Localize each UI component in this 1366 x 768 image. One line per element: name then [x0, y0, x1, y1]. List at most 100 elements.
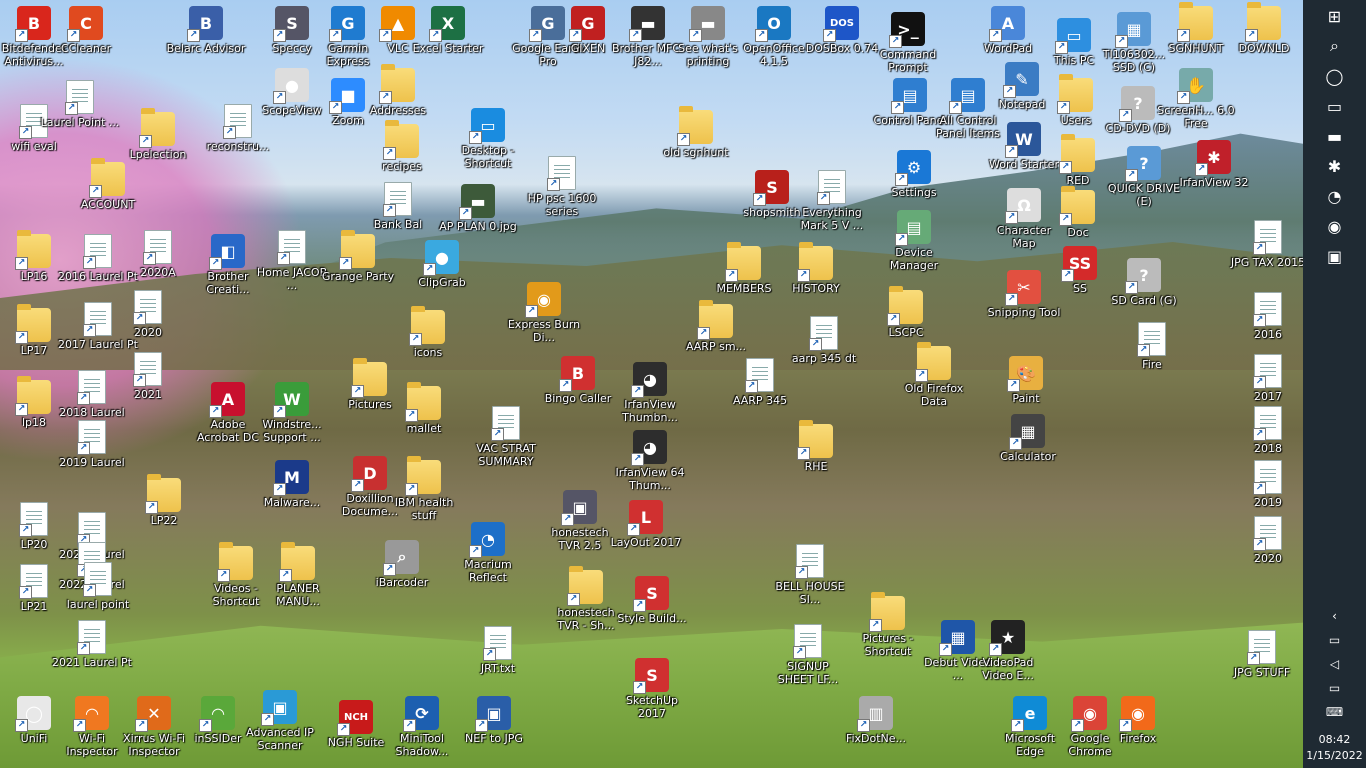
desktop-icon[interactable]: ↗ 2016 — [1228, 292, 1303, 341]
desktop-icon[interactable]: ✋ ↗ ScreenH... 6.0 Free — [1156, 68, 1236, 130]
desktop-icon[interactable]: ↗ MEMBERS — [704, 242, 784, 295]
desktop-icon[interactable]: ↗ 2020 — [1228, 516, 1303, 565]
desktop-icon[interactable]: ↗ reconstru... — [198, 104, 278, 153]
desktop-icon[interactable]: ✂ ↗ Snipping Tool — [984, 270, 1064, 319]
desktop-icon[interactable]: ▭ ↗ Desktop - Shortcut — [448, 108, 528, 170]
desktop-icon[interactable]: ↗ AARP sm... — [676, 300, 756, 353]
pinned-app-2-icon[interactable]: ▣ — [1315, 242, 1355, 270]
desktop-icon-label: Paint — [1012, 392, 1040, 405]
desktop-icon[interactable]: ↗ HISTORY — [776, 242, 856, 295]
desktop-icon[interactable]: ↗ IBM health stuff — [384, 456, 464, 522]
desktop-icon[interactable]: ● ↗ ClipGrab — [402, 240, 482, 289]
desktop-icon[interactable]: ↗ Bank Bal — [358, 182, 438, 231]
desktop-icon[interactable]: ↗ SIGNUP SHEET LF... — [768, 624, 848, 686]
speedometer-icon[interactable]: ◔ — [1315, 182, 1355, 210]
desktop-icon[interactable]: L ↗ LayOut 2017 — [606, 500, 686, 549]
desktop-icon[interactable]: C ↗ CCleaner — [46, 6, 126, 55]
desktop-icon[interactable]: ↗ JPG TAX 2015 — [1228, 220, 1303, 269]
desktop-icon[interactable]: ↗ ACCOUNT — [68, 158, 148, 211]
desktop-icon[interactable]: ↗ JPG STUFF — [1222, 630, 1302, 679]
desktop-icon-label: JPG TAX 2015 — [1230, 256, 1303, 269]
desktop-icon[interactable]: ▣ ↗ NEF to JPG — [454, 696, 534, 745]
desktop-icon[interactable]: ▤ ↗ Device Manager — [874, 210, 954, 272]
desktop-icon[interactable]: S ↗ Style Build... — [612, 576, 692, 625]
shortcut-arrow-icon: ↗ — [1177, 91, 1190, 104]
desktop-icon[interactable]: ◕ ↗ IrfanView 64 Thum... — [610, 430, 690, 492]
desktop-icon[interactable]: ↗ icons — [388, 306, 468, 359]
desktop-icon[interactable]: ↗ 2019 Laurel — [52, 420, 132, 469]
desktop-icon[interactable]: ? ↗ SD Card (G) — [1104, 258, 1184, 307]
keyboard-icon[interactable]: ⌨ — [1303, 700, 1366, 724]
desktop-icon[interactable]: ⌕ ↗ iBarcoder — [362, 540, 442, 589]
desktop-icon[interactable]: S ↗ SketchUp 2017 — [612, 658, 692, 720]
desktop-icon[interactable]: ↗ recipes — [362, 120, 442, 173]
desktop-icon[interactable]: ↗ 2017 — [1228, 354, 1303, 403]
desktop-icon[interactable]: ↗ DOWNLD — [1224, 2, 1303, 55]
desktop-icon[interactable]: ↗ AARP 345 — [720, 358, 800, 407]
desktop-icon[interactable]: ↗ HP psc 1600 series — [522, 156, 602, 218]
desktop-icon[interactable]: ↗ 2020 — [108, 290, 188, 339]
desktop-icon[interactable]: ▥ ↗ FixDotNe... — [836, 696, 916, 745]
desktop-icon[interactable]: ↗ Pictures - Shortcut — [848, 592, 928, 658]
chevron-up-icon[interactable]: ‹ — [1303, 604, 1366, 628]
desktop-icon[interactable]: ↗ mallet — [384, 382, 464, 435]
desktop-icon-label: Advanced IP Scanner — [246, 726, 314, 752]
network-icon[interactable]: ▭ — [1303, 628, 1366, 652]
desktop-icon[interactable]: ⟳ ↗ MiniTool Shadow... — [382, 696, 462, 758]
desktop-icon[interactable]: ↗ Grange Party — [318, 230, 398, 283]
desktop-icon[interactable]: M ↗ Malware... — [252, 460, 332, 509]
desktop-icon[interactable]: ★ ↗ VideoPad Video E... — [968, 620, 1048, 682]
cortana-icon[interactable]: ◯ — [1315, 62, 1355, 90]
volume-icon[interactable]: ◁ — [1303, 652, 1366, 676]
firefox-taskbar-icon[interactable]: ◉ — [1315, 212, 1355, 240]
desktop-icon-label: old sgnhunt — [663, 146, 729, 159]
desktop-icon[interactable]: ◉ ↗ Express Burn Di... — [504, 282, 584, 344]
display-icon[interactable]: ▭ — [1303, 676, 1366, 700]
desktop-icon[interactable]: ↗ BELL HOUSE SI... — [770, 544, 850, 606]
desktop-icon[interactable]: ▣ ↗ Advanced IP Scanner — [240, 690, 320, 752]
desktop-icon[interactable]: ↗ Laurel Point ... — [40, 80, 120, 129]
clock[interactable]: 08:42 1/15/2022 — [1303, 732, 1366, 764]
shortcut-arrow-icon: ↗ — [209, 405, 222, 418]
desktop-icon[interactable]: ↗ 2020A — [118, 230, 198, 279]
desktop-icon[interactable]: ↗ Old Firefox Data — [894, 342, 974, 408]
desktop-icon[interactable]: ↗ 2019 — [1228, 460, 1303, 509]
desktop-icon[interactable]: ▦ ↗ Calculator — [988, 414, 1068, 463]
shortcut-arrow-icon: ↗ — [273, 405, 286, 418]
desktop-icon[interactable]: ↗ JRT.txt — [458, 626, 538, 675]
desktop-icon[interactable]: ↗ Lpelection — [118, 108, 198, 161]
desktop-icon[interactable]: ↗ Everything Mark 5 V ... — [792, 170, 872, 232]
file-icon: ↗ — [1253, 220, 1282, 255]
pinned-app-icon[interactable]: ✱ — [1315, 152, 1355, 180]
desktop-icon[interactable]: ↗ laurel point — [58, 562, 138, 611]
desktop-icon[interactable]: ↗ 2021 Laurel Pt — [52, 620, 132, 669]
desktop-icon[interactable]: ↗ LP22 — [124, 474, 204, 527]
desktop-icon[interactable]: ↗ Fire — [1112, 322, 1192, 371]
desktop-icon[interactable]: ↗ Doc — [1038, 186, 1118, 239]
desktop-icon[interactable]: W ↗ Windstre... Support ... — [252, 382, 332, 444]
desktop-icon[interactable]: ↗ LSCPC — [866, 286, 946, 339]
search-icon[interactable]: ⌕ — [1315, 32, 1355, 60]
windows-start-icon[interactable]: ⊞ — [1315, 2, 1355, 30]
desktop-icon[interactable]: ↗ PLANER MANU... — [258, 542, 338, 608]
desktop-icon[interactable]: ▬ ↗ AP PLAN 0.jpg — [438, 184, 518, 233]
desktop-icon[interactable]: ↗ Addresses — [358, 64, 438, 117]
desktop-icon[interactable]: ◕ ↗ IrfanView Thumbn... — [610, 362, 690, 424]
desktop-icon[interactable]: ↗ RHE — [776, 420, 856, 473]
desktop-icon[interactable]: ↗ 2021 — [108, 352, 188, 401]
desktop-icon[interactable]: B ↗ Belarc Advisor — [166, 6, 246, 55]
desktop-icon[interactable]: ↗ old sgnhunt — [656, 106, 736, 159]
desktop-icon[interactable]: ◉ ↗ Firefox — [1098, 696, 1178, 745]
desktop-icon[interactable]: ◔ ↗ Macrium Reflect — [448, 522, 528, 584]
task-view-icon[interactable]: ▭ — [1315, 92, 1355, 120]
desktop-icon[interactable]: B ↗ Bingo Caller — [538, 356, 618, 405]
shortcut-arrow-icon: ↗ — [627, 523, 640, 536]
desktop-icon[interactable]: X ↗ Excel Starter — [408, 6, 488, 55]
desktop-icon[interactable]: ✱ ↗ IrfanView 32 — [1174, 140, 1254, 189]
desktop-icon[interactable]: ⚙ ↗ Settings — [874, 150, 954, 199]
desktop-icon[interactable]: ↗ 2018 — [1228, 406, 1303, 455]
desktop-icon[interactable]: >_ ↗ Command Prompt — [868, 12, 948, 74]
file-explorer-icon[interactable]: ▬ — [1315, 122, 1355, 150]
desktop-icon[interactable]: ↗ VAC STRAT SUMMARY — [466, 406, 546, 468]
desktop-icon[interactable]: 🎨 ↗ Paint — [986, 356, 1066, 405]
